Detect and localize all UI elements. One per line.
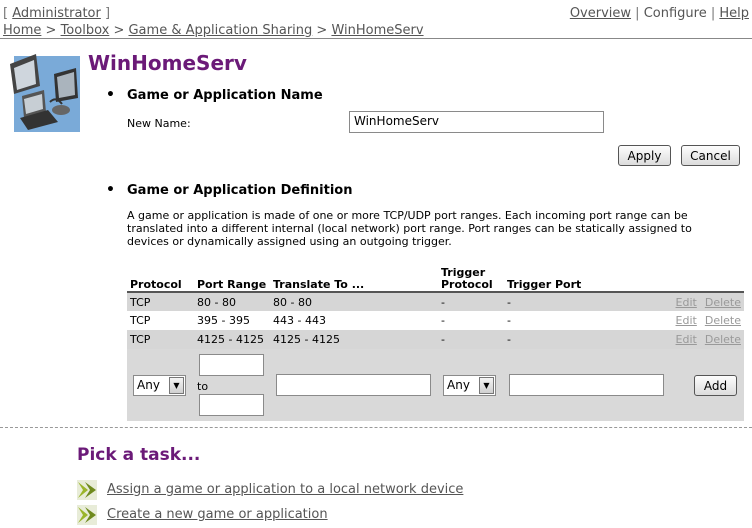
game-computers-icon (10, 54, 80, 132)
overview-link[interactable]: Overview (570, 6, 631, 21)
edit-link[interactable]: Edit (676, 333, 697, 346)
add-port-range-row: Any ▼ to Any ▼ Add (127, 349, 744, 421)
port-range-cell: 395 - 395 (197, 314, 250, 327)
table-row: TCP 4125 - 4125 4125 - 4125 - - Edit Dele… (127, 330, 744, 349)
table-row: TCP 80 - 80 80 - 80 - - Edit Delete (127, 292, 744, 311)
definition-description: A game or application is made of one or … (127, 209, 692, 248)
task-create-game[interactable]: Create a new game or application (77, 505, 477, 525)
new-name-input[interactable]: WinHomeServ (349, 111, 604, 133)
chevron-down-icon: ▼ (479, 377, 494, 394)
to-label: to (197, 380, 209, 393)
task-link[interactable]: Assign a game or application to a local … (107, 482, 463, 497)
help-link[interactable]: Help (719, 6, 749, 21)
port-range-cell: 4125 - 4125 (197, 333, 264, 346)
header-divider (0, 38, 752, 39)
pick-task-heading: Pick a task... (77, 445, 201, 465)
column-header: Trigger Port (507, 278, 582, 291)
column-header: Translate To ... (273, 278, 365, 291)
port-range-end-input[interactable] (199, 394, 264, 416)
section-divider (0, 427, 752, 428)
trigger-protocol-select[interactable]: Any ▼ (443, 375, 496, 396)
delete-link[interactable]: Delete (705, 296, 741, 309)
definition-section-heading: • Game or Application Definition (106, 182, 353, 198)
name-section-heading: • Game or Application Name (106, 87, 323, 103)
column-header: Protocol (130, 278, 182, 291)
table-header-row: Protocol Port Range Translate To ... Tri… (127, 261, 744, 292)
configure-link[interactable]: Configure (644, 6, 707, 21)
breadcrumb-game-sharing[interactable]: Game & Application Sharing (128, 23, 312, 38)
protocol-cell: TCP (130, 295, 151, 309)
protocol-cell: TCP (130, 314, 151, 327)
administrator-link[interactable]: Administrator (12, 6, 101, 21)
translate-to-input[interactable] (276, 374, 431, 396)
arrow-right-icon (77, 505, 97, 525)
trigger-protocol-cell: - (441, 333, 445, 346)
account-indicator: [ Administrator ] (3, 6, 111, 21)
trigger-port-input[interactable] (509, 374, 664, 396)
trigger-protocol-cell: - (441, 314, 445, 327)
arrow-right-icon (77, 480, 97, 500)
trigger-port-cell: - (507, 333, 511, 346)
chevron-down-icon: ▼ (169, 377, 184, 394)
cancel-button[interactable]: Cancel (681, 145, 740, 166)
column-header: Port Range (197, 278, 267, 291)
translate-to-cell: 443 - 443 (273, 314, 326, 327)
protocol-cell: TCP (130, 333, 151, 346)
breadcrumb-home[interactable]: Home (3, 23, 41, 38)
delete-link[interactable]: Delete (705, 314, 741, 327)
breadcrumb: Home > Toolbox > Game & Application Shar… (3, 23, 424, 38)
task-assign-game[interactable]: Assign a game or application to a local … (77, 480, 477, 500)
translate-to-cell: 4125 - 4125 (273, 333, 340, 346)
table-row: TCP 395 - 395 443 - 443 - - Edit Delete (127, 311, 744, 330)
breadcrumb-toolbox[interactable]: Toolbox (61, 23, 110, 38)
task-link[interactable]: Create a new game or application (107, 507, 328, 522)
new-name-label: New Name: (127, 117, 191, 130)
trigger-port-cell: - (507, 295, 511, 309)
edit-link[interactable]: Edit (676, 314, 697, 327)
breadcrumb-current[interactable]: WinHomeServ (331, 23, 423, 38)
trigger-port-cell: - (507, 314, 511, 327)
translate-to-cell: 80 - 80 (273, 295, 312, 309)
port-range-start-input[interactable] (199, 354, 264, 376)
page-title: WinHomeServ (88, 51, 247, 75)
column-header: Trigger Protocol (441, 266, 493, 291)
trigger-protocol-cell: - (441, 295, 445, 309)
delete-link[interactable]: Delete (705, 333, 741, 346)
add-button[interactable]: Add (694, 375, 737, 396)
top-bar: [ Administrator ] Overview | Configure |… (3, 6, 749, 22)
port-range-cell: 80 - 80 (197, 295, 236, 309)
port-ranges-table: Protocol Port Range Translate To ... Tri… (127, 261, 744, 349)
edit-link[interactable]: Edit (676, 296, 697, 309)
protocol-select[interactable]: Any ▼ (133, 375, 186, 396)
apply-button[interactable]: Apply (618, 145, 671, 166)
top-nav: Overview | Configure | Help (569, 6, 749, 21)
